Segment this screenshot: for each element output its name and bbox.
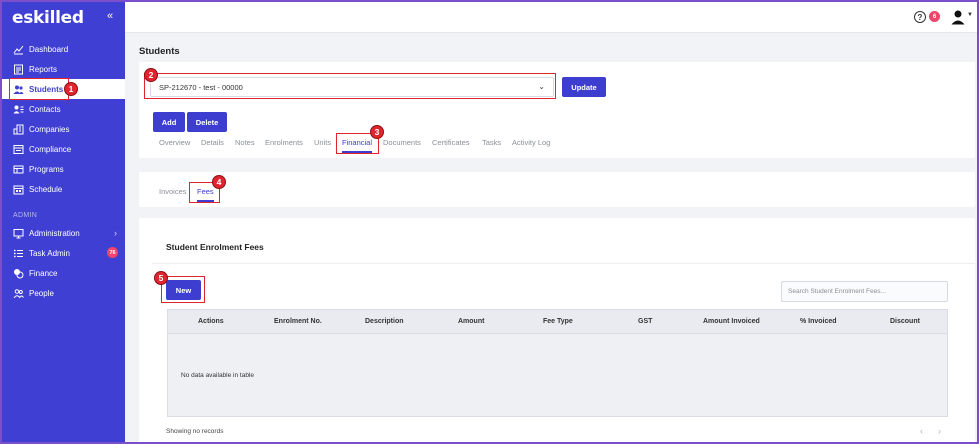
- programs-icon: [13, 164, 24, 175]
- column-header[interactable]: Description: [365, 318, 404, 325]
- tab-activity-log[interactable]: Activity Log: [512, 138, 550, 147]
- sidebar-item-reports[interactable]: Reports: [2, 59, 125, 79]
- step-marker-3: 3: [370, 125, 384, 139]
- sidebar-item-label: Compliance: [29, 144, 72, 154]
- task-count-badge: 76: [107, 247, 118, 258]
- sidebar-item-people[interactable]: People: [2, 283, 125, 303]
- sidebar-item-label: People: [29, 288, 54, 298]
- coins-icon: [13, 268, 24, 279]
- search-fees-input[interactable]: Search Student Enrolment Fees...: [781, 281, 948, 302]
- tab-documents[interactable]: Documents: [383, 138, 421, 147]
- update-button[interactable]: Update: [562, 77, 606, 97]
- subtab-invoices[interactable]: Invoices: [159, 187, 187, 196]
- collapse-sidebar-icon[interactable]: «: [107, 10, 113, 22]
- tab-notes[interactable]: Notes: [235, 138, 255, 147]
- sidebar-item-label: Companies: [29, 124, 70, 134]
- column-header[interactable]: Amount Invoiced: [703, 318, 760, 325]
- contacts-icon: [13, 104, 24, 115]
- building-icon: [13, 124, 24, 135]
- sidebar-item-programs[interactable]: Programs: [2, 159, 125, 179]
- sidebar-item-schedule[interactable]: Schedule: [2, 179, 125, 199]
- help-icon[interactable]: ?: [914, 11, 926, 23]
- sidebar-item-administration[interactable]: Administration ›: [2, 223, 125, 243]
- step-marker-5: 5: [154, 271, 168, 285]
- column-header[interactable]: Amount: [458, 318, 484, 325]
- pager-prev-icon[interactable]: ‹: [920, 426, 923, 436]
- empty-table-message: No data available in table: [181, 372, 254, 379]
- financial-subtabs-card: [139, 172, 975, 207]
- sidebar-item-contacts[interactable]: Contacts: [2, 99, 125, 119]
- pager-next-icon[interactable]: ›: [938, 426, 941, 436]
- notification-badge[interactable]: 6: [929, 11, 940, 22]
- column-header[interactable]: Discount: [890, 318, 920, 325]
- tab-tasks[interactable]: Tasks: [482, 138, 501, 147]
- people-icon: [13, 288, 24, 299]
- sidebar-item-label: Reports: [29, 64, 58, 74]
- divider: [152, 263, 975, 264]
- sidebar-item-label: Schedule: [29, 184, 63, 194]
- sidebar-section-admin: ADMIN: [13, 212, 38, 219]
- sidebar-item-finance[interactable]: Finance: [2, 263, 125, 283]
- sidebar-item-label: Finance: [29, 268, 58, 278]
- sidebar-item-label: Administration: [29, 228, 80, 238]
- sidebar: eskilled « Dashboard Reports Students Co…: [2, 2, 125, 442]
- fees-table-header: Actions Enrolment No. Description Amount…: [167, 309, 948, 333]
- tab-enrolments[interactable]: Enrolments: [265, 138, 303, 147]
- column-header[interactable]: GST: [638, 318, 652, 325]
- user-icon[interactable]: [950, 9, 966, 25]
- step-marker-4: 4: [212, 175, 226, 189]
- sidebar-item-label: Programs: [29, 164, 64, 174]
- sidebar-item-label: Dashboard: [29, 44, 69, 54]
- chevron-right-icon: ›: [114, 228, 117, 238]
- sidebar-item-companies[interactable]: Companies: [2, 119, 125, 139]
- page-title: Students: [139, 46, 180, 57]
- fees-section-title: Student Enrolment Fees: [166, 242, 264, 252]
- tab-certificates[interactable]: Certificates: [432, 138, 470, 147]
- brand-logo: eskilled: [12, 8, 84, 28]
- compliance-icon: [13, 144, 24, 155]
- tab-units[interactable]: Units: [314, 138, 331, 147]
- tab-details[interactable]: Details: [201, 138, 224, 147]
- top-bar: ? 6 ▼: [125, 2, 977, 33]
- sidebar-item-label: Contacts: [29, 104, 61, 114]
- step-marker-2: 2: [144, 68, 158, 82]
- sidebar-item-dashboard[interactable]: Dashboard: [2, 39, 125, 59]
- delete-button[interactable]: Delete: [187, 112, 227, 132]
- chart-line-icon: [13, 44, 24, 55]
- sidebar-item-label: Task Admin: [29, 248, 70, 258]
- app-frame: eskilled « Dashboard Reports Students Co…: [0, 0, 979, 444]
- tab-overview[interactable]: Overview: [159, 138, 190, 147]
- chevron-down-icon[interactable]: ▼: [967, 12, 973, 18]
- highlight-student-select: [144, 73, 556, 99]
- sidebar-item-task-admin[interactable]: Task Admin 76: [2, 243, 125, 263]
- table-info: Showing no records: [166, 428, 224, 435]
- monitor-icon: [13, 228, 24, 239]
- column-header[interactable]: Actions: [198, 318, 224, 325]
- highlight-students: [9, 78, 69, 100]
- column-header[interactable]: Enrolment No.: [274, 318, 322, 325]
- column-header[interactable]: % Invoiced: [800, 318, 837, 325]
- sidebar-item-compliance[interactable]: Compliance: [2, 139, 125, 159]
- calendar-icon: [13, 184, 24, 195]
- fees-table-body: No data available in table: [167, 333, 948, 417]
- report-icon: [13, 64, 24, 75]
- add-button[interactable]: Add: [153, 112, 185, 132]
- column-header[interactable]: Fee Type: [543, 318, 573, 325]
- step-marker-1: 1: [64, 82, 78, 96]
- list-icon: [13, 248, 24, 259]
